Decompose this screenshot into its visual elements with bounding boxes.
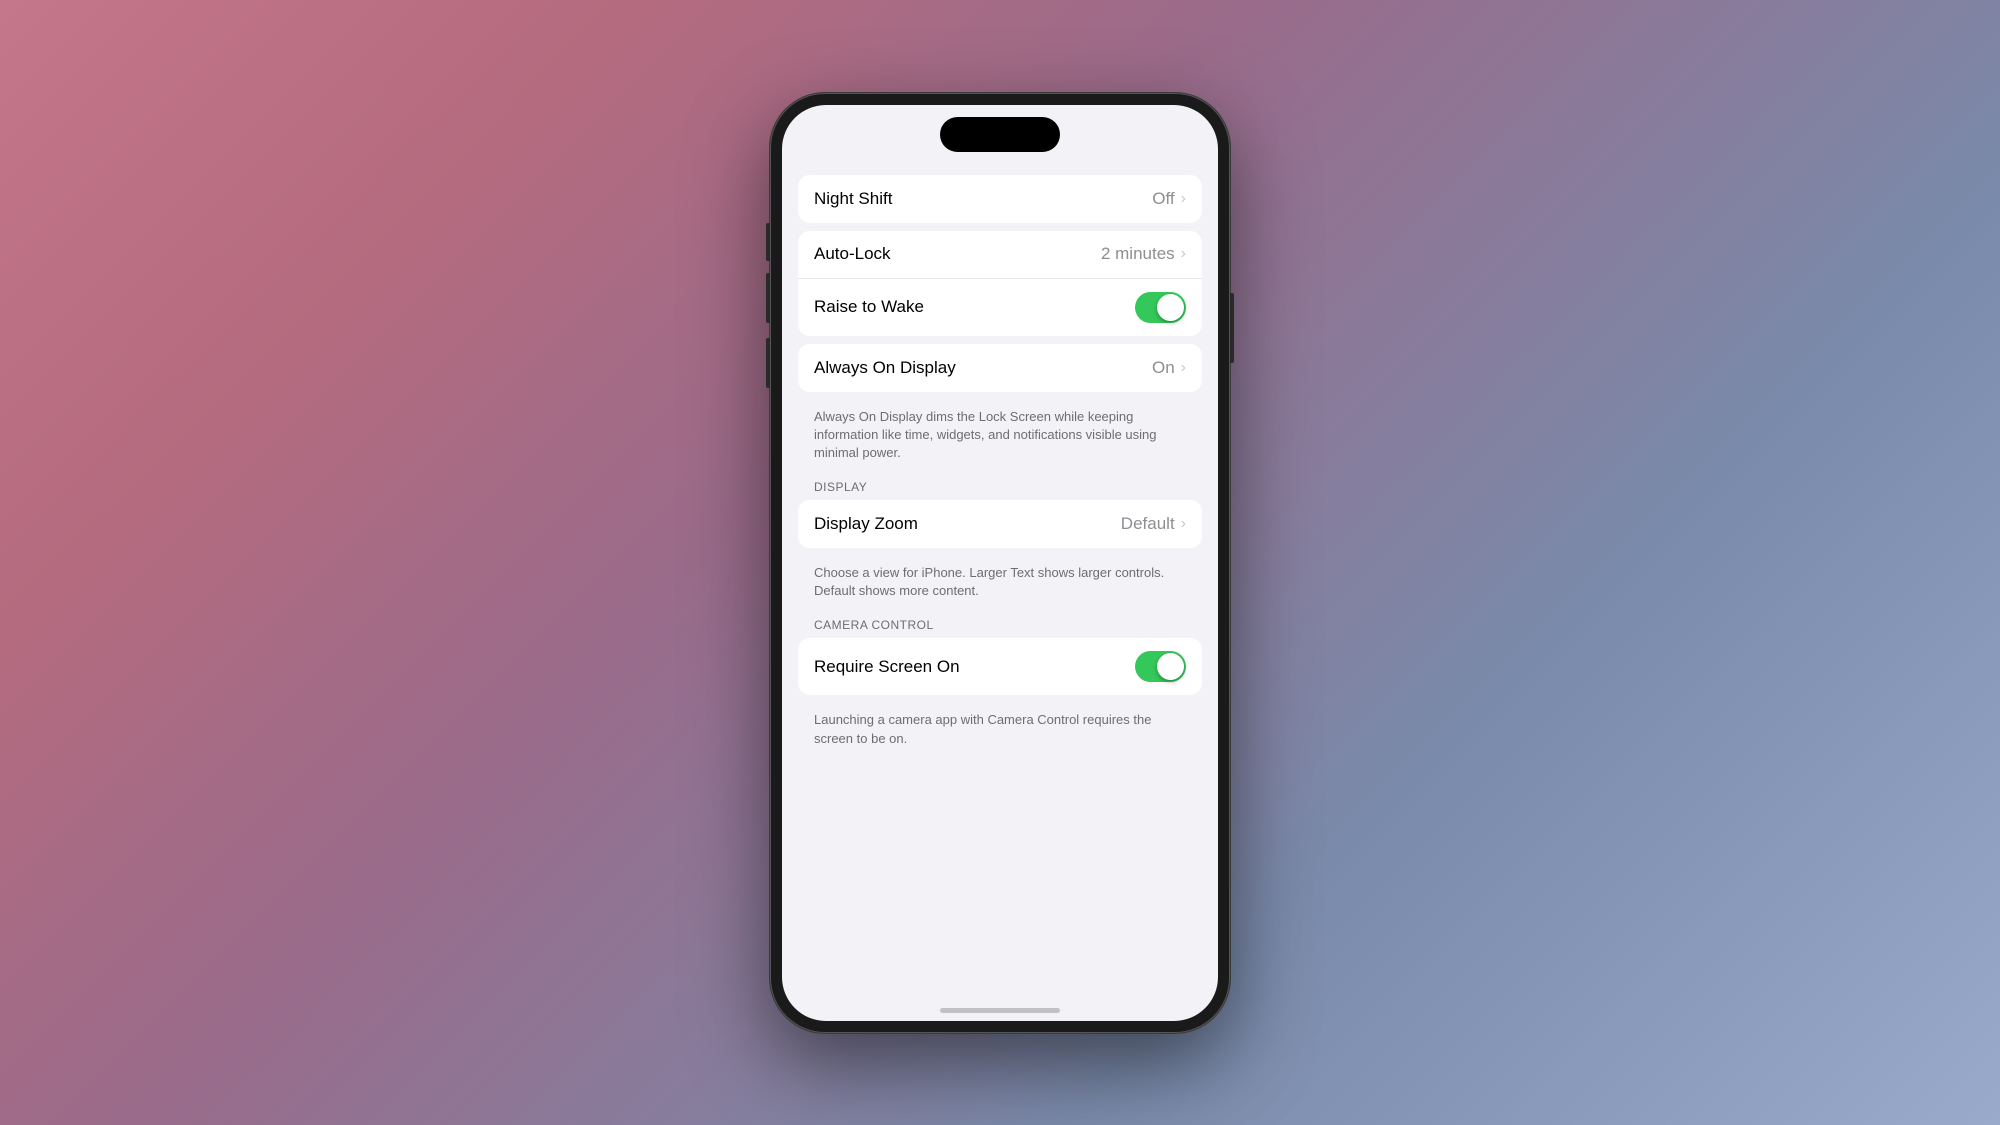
camera-control-section-header: CAMERA CONTROL	[782, 610, 1218, 638]
camera-control-group: Require Screen On	[798, 638, 1202, 695]
raise-to-wake-label: Raise to Wake	[814, 297, 924, 317]
always-on-display-right: On ›	[1152, 358, 1186, 378]
require-screen-on-row: Require Screen On	[798, 638, 1202, 695]
settings-list: Night Shift Off › Auto-Lock 2 min	[782, 105, 1218, 1021]
lock-group: Auto-Lock 2 minutes › Raise to Wake	[798, 231, 1202, 336]
phone-wrapper: Night Shift Off › Auto-Lock 2 min	[770, 93, 1230, 1033]
require-screen-on-toggle[interactable]	[1135, 651, 1186, 682]
display-zoom-label: Display Zoom	[814, 514, 918, 534]
always-on-display-chevron-icon: ›	[1181, 359, 1186, 377]
auto-lock-row[interactable]: Auto-Lock 2 minutes ›	[798, 231, 1202, 279]
power-button[interactable]	[1230, 293, 1234, 363]
require-screen-on-description: Launching a camera app with Camera Contr…	[782, 703, 1218, 757]
require-screen-on-toggle-thumb	[1157, 653, 1184, 680]
always-on-display-label: Always On Display	[814, 358, 956, 378]
dynamic-island	[940, 117, 1060, 152]
auto-lock-label: Auto-Lock	[814, 244, 891, 264]
phone-screen: Night Shift Off › Auto-Lock 2 min	[782, 105, 1218, 1021]
screen-content: Night Shift Off › Auto-Lock 2 min	[782, 105, 1218, 1021]
display-section-header: DISPLAY	[782, 472, 1218, 500]
display-zoom-description: Choose a view for iPhone. Larger Text sh…	[782, 556, 1218, 610]
always-on-group: Always On Display On ›	[798, 344, 1202, 392]
auto-lock-value: 2 minutes	[1101, 244, 1175, 264]
auto-lock-chevron-icon: ›	[1181, 245, 1186, 263]
night-shift-group: Night Shift Off ›	[798, 175, 1202, 223]
raise-to-wake-row: Raise to Wake	[798, 279, 1202, 336]
require-screen-on-label: Require Screen On	[814, 657, 960, 677]
night-shift-right: Off ›	[1152, 189, 1186, 209]
night-shift-chevron-icon: ›	[1181, 190, 1186, 208]
display-zoom-right: Default ›	[1121, 514, 1186, 534]
auto-lock-right: 2 minutes ›	[1101, 244, 1186, 264]
volume-down-button[interactable]	[766, 338, 770, 388]
raise-to-wake-toggle-thumb	[1157, 294, 1184, 321]
always-on-display-row[interactable]: Always On Display On ›	[798, 344, 1202, 392]
always-on-display-description: Always On Display dims the Lock Screen w…	[782, 400, 1218, 473]
night-shift-row[interactable]: Night Shift Off ›	[798, 175, 1202, 223]
always-on-display-value: On	[1152, 358, 1175, 378]
raise-to-wake-toggle[interactable]	[1135, 292, 1186, 323]
display-zoom-row[interactable]: Display Zoom Default ›	[798, 500, 1202, 548]
volume-up-button[interactable]	[766, 273, 770, 323]
home-indicator	[940, 1008, 1060, 1013]
display-zoom-value: Default	[1121, 514, 1175, 534]
display-group: Display Zoom Default ›	[798, 500, 1202, 548]
display-zoom-chevron-icon: ›	[1181, 515, 1186, 533]
silent-button[interactable]	[766, 223, 770, 261]
phone-frame: Night Shift Off › Auto-Lock 2 min	[770, 93, 1230, 1033]
night-shift-value: Off	[1152, 189, 1174, 209]
night-shift-label: Night Shift	[814, 189, 892, 209]
